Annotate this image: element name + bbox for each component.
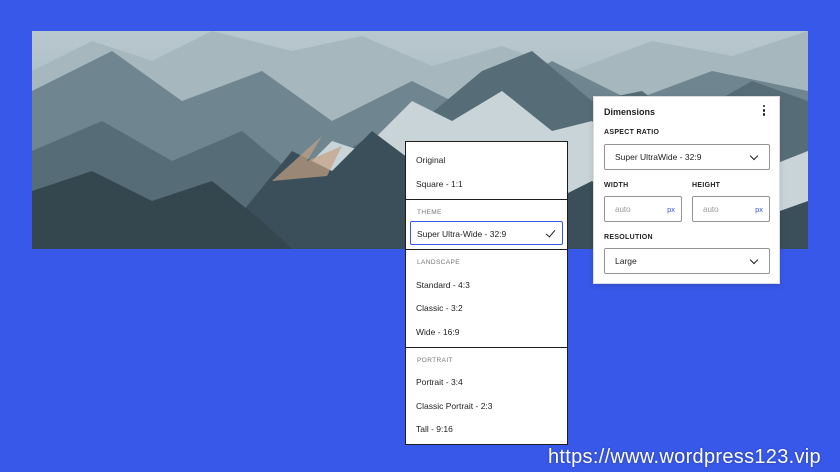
menu-item-original[interactable]: Original [416, 155, 445, 165]
menu-divider [406, 347, 567, 348]
dimensions-panel: Dimensions ASPECT RATIO Super UltraWide … [593, 96, 780, 284]
menu-item-super-ultra-wide[interactable]: Super Ultra-Wide - 32:9 [410, 221, 563, 245]
menu-divider [406, 249, 567, 250]
chevron-down-icon [749, 151, 759, 161]
checkmark-icon [545, 227, 556, 238]
watermark-text: https://www.wordpress123.vip [548, 446, 821, 468]
height-label: HEIGHT [692, 182, 721, 189]
resolution-value: Large [615, 256, 637, 266]
menu-item-label: Super Ultra-Wide - 32:9 [417, 229, 507, 239]
resolution-select[interactable]: Large [604, 248, 770, 274]
menu-divider [406, 199, 567, 200]
aspect-ratio-value: Super UltraWide - 32:9 [615, 152, 702, 162]
aspect-ratio-label: ASPECT RATIO [604, 129, 660, 136]
portrait-header: PORTRAIT [417, 357, 453, 364]
resolution-label: RESOLUTION [604, 234, 653, 241]
width-label: WIDTH [604, 182, 629, 189]
landscape-header: LANDSCAPE [417, 259, 460, 266]
width-placeholder: auto [615, 204, 631, 214]
menu-item-standard[interactable]: Standard - 4:3 [416, 280, 470, 290]
menu-item-classic-portrait[interactable]: Classic Portrait - 2:3 [416, 401, 493, 411]
height-unit: px [755, 204, 763, 214]
aspect-ratio-select[interactable]: Super UltraWide - 32:9 [604, 144, 770, 170]
menu-item-wide[interactable]: Wide - 16:9 [416, 327, 459, 337]
height-placeholder: auto [703, 204, 719, 214]
height-input[interactable]: auto px [692, 196, 770, 222]
panel-title: Dimensions [604, 107, 656, 117]
menu-item-classic[interactable]: Classic - 3:2 [416, 303, 463, 313]
width-input[interactable]: auto px [604, 196, 682, 222]
menu-item-square[interactable]: Square - 1:1 [416, 179, 463, 189]
options-menu-icon[interactable] [763, 105, 767, 119]
menu-item-portrait[interactable]: Portrait - 3:4 [416, 377, 463, 387]
theme-header: THEME [417, 209, 442, 216]
width-unit: px [667, 204, 675, 214]
menu-item-tall[interactable]: Tall - 9:16 [416, 424, 453, 434]
chevron-down-icon [749, 255, 759, 265]
aspect-ratio-menu: Original Square - 1:1 THEME Super Ultra-… [405, 141, 568, 445]
